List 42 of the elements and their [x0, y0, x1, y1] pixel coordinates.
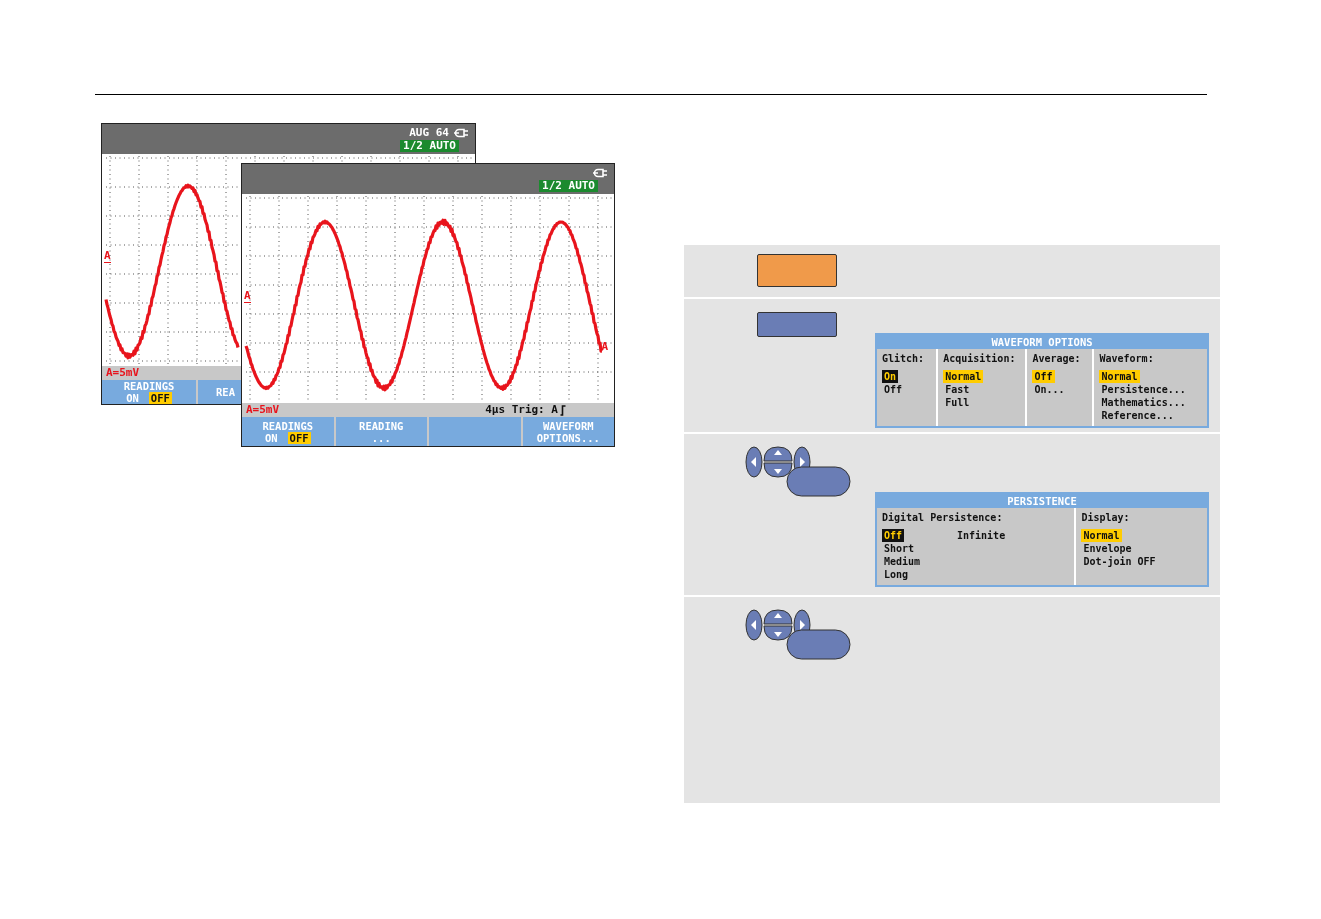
acquisition-status: AUG 64 — [409, 127, 449, 139]
range-badge: 1/2 AUTO — [539, 180, 598, 192]
power-plug-icon — [453, 128, 469, 138]
menu-option[interactable]: Normal — [1081, 529, 1122, 542]
menu-heading: Acquisition: — [943, 352, 1017, 365]
menu-option[interactable]: On — [882, 370, 899, 383]
menu-option[interactable]: Off — [882, 529, 905, 542]
blank-softkey[interactable] — [429, 417, 521, 446]
arrow-keys-icon — [745, 608, 851, 660]
menu-heading: Waveform: — [1099, 352, 1155, 365]
range-badge: 1/2 AUTO — [400, 140, 459, 152]
trigger-readout: 4µs Trig: A — [485, 404, 558, 416]
menu-option[interactable]: Normal — [943, 370, 984, 383]
menu-title: WAVEFORM OPTIONS — [877, 335, 1207, 349]
rising-edge-icon — [560, 404, 566, 416]
menu-heading: Glitch: — [882, 352, 926, 365]
menu-option[interactable]: Dot-join OFF — [1081, 555, 1158, 568]
menu-heading: Display: — [1081, 511, 1131, 524]
menu-option[interactable]: Off — [1032, 370, 1055, 383]
menu-option[interactable]: Medium — [882, 555, 923, 568]
scale-readout: A=5mV — [106, 367, 140, 379]
menu-option[interactable]: Long — [882, 568, 911, 581]
menu-option[interactable]: Full — [943, 396, 972, 409]
menu-option[interactable]: Persistence... — [1099, 383, 1188, 396]
softkey[interactable]: READINGS ON OFF — [242, 417, 334, 446]
menu-title: PERSISTENCE — [877, 494, 1207, 508]
menu-option[interactable]: On... — [1032, 383, 1067, 396]
menu-option[interactable]: Fast — [943, 383, 972, 396]
menu-option[interactable]: Infinite — [955, 529, 1008, 542]
menu-option[interactable]: Reference... — [1099, 409, 1176, 422]
channel-marker: A — [601, 341, 608, 353]
scale-readout: A=5mV — [246, 404, 280, 416]
arrow-keys-icon — [745, 445, 851, 497]
menu-option[interactable]: Envelope — [1081, 542, 1134, 555]
menu-option[interactable]: Off — [882, 383, 905, 396]
menu-heading: Average: — [1032, 352, 1082, 365]
power-plug-icon — [592, 168, 608, 178]
menu-option[interactable]: Normal — [1099, 370, 1140, 383]
menu-option[interactable]: Short — [882, 542, 917, 555]
menu-option[interactable]: Mathematics... — [1099, 396, 1188, 409]
softkey[interactable]: READINGS ON OFF — [102, 380, 196, 404]
menu-heading: Digital Persistence: — [882, 511, 1004, 524]
